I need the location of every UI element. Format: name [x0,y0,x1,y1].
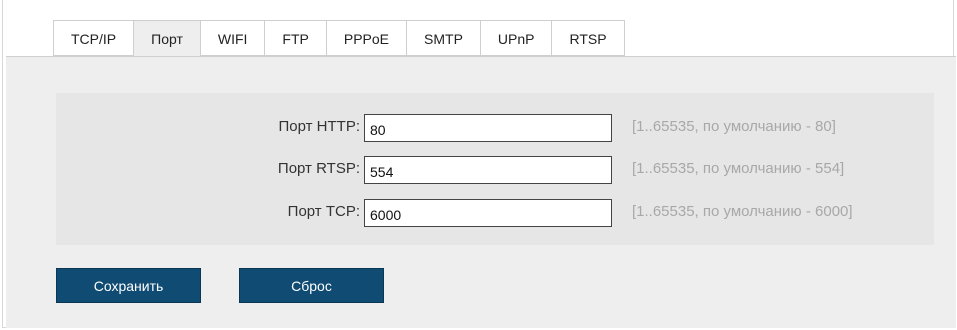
tab-smtp[interactable]: SMTP [406,20,480,56]
rtsp-port-input[interactable] [364,156,612,184]
tab-tcpip[interactable]: TCP/IP [53,20,134,56]
tab-upnp[interactable]: UPnP [479,20,552,56]
rtsp-port-row: Порт RTSP: [1..65535, по умолчанию - 554… [56,156,934,184]
http-port-hint: [1..65535, по умолчанию - 80] [632,118,836,135]
save-button[interactable]: Сохранить [56,268,201,303]
tcp-port-hint: [1..65535, по умолчанию - 6000] [632,203,853,220]
tcp-port-label: Порт TCP: [287,203,360,220]
http-port-row: Порт HTTP: [1..65535, по умолчанию - 80] [56,114,934,142]
rtsp-port-hint: [1..65535, по умолчанию - 554] [632,160,845,177]
http-port-label: Порт HTTP: [278,118,360,135]
tab-rtsp[interactable]: RTSP [551,20,625,56]
tab-pppoe[interactable]: PPPoE [325,20,407,56]
tab-bar: TCP/IP Порт WIFI FTP PPPoE SMTP UPnP RTS… [53,20,625,57]
rtsp-port-label: Порт RTSP: [277,160,360,177]
tab-content: Порт HTTP: [1..65535, по умолчанию - 80]… [6,56,956,328]
tab-wifi[interactable]: WIFI [199,20,265,56]
tcp-port-input[interactable] [364,199,612,227]
tab-port[interactable]: Порт [133,20,200,57]
settings-frame: TCP/IP Порт WIFI FTP PPPoE SMTP UPnP RTS… [2,0,956,328]
reset-button[interactable]: Сброс [239,268,384,303]
tcp-port-row: Порт TCP: [1..65535, по умолчанию - 6000… [56,199,934,227]
tab-ftp[interactable]: FTP [264,20,326,56]
port-settings-panel: Порт HTTP: [1..65535, по умолчанию - 80]… [56,93,934,245]
http-port-input[interactable] [364,114,612,142]
